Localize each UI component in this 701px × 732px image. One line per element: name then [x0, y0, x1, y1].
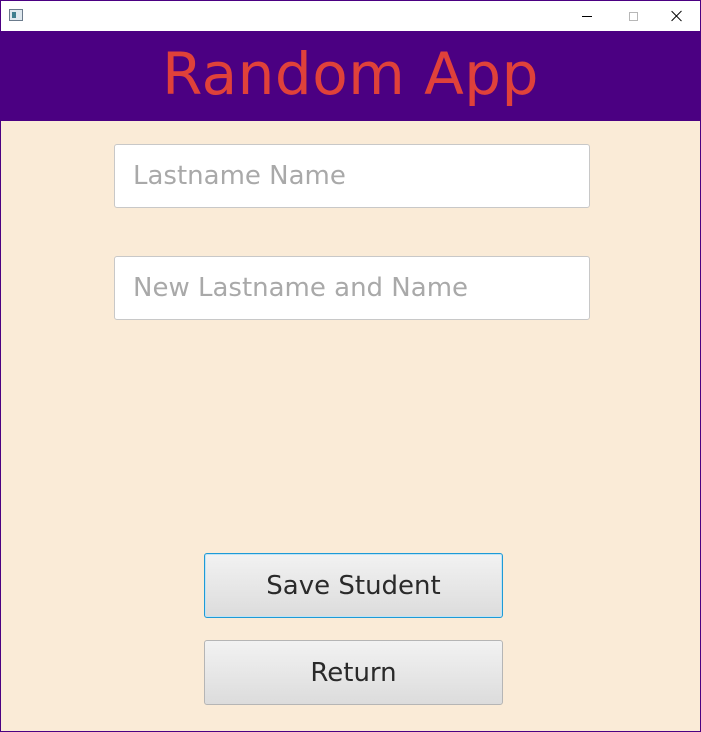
app-window: Random App Save Student Return	[0, 0, 701, 732]
lastname-name-input[interactable]	[114, 144, 590, 208]
title-bar[interactable]	[1, 1, 700, 31]
maximize-button[interactable]	[610, 1, 656, 31]
close-button[interactable]	[654, 1, 700, 31]
new-lastname-name-input[interactable]	[114, 256, 590, 320]
close-icon	[671, 10, 683, 22]
app-title: Random App	[162, 40, 539, 108]
save-student-label: Save Student	[266, 570, 441, 601]
return-label: Return	[310, 657, 397, 688]
app-header: Random App	[1, 31, 700, 121]
save-student-button[interactable]: Save Student	[204, 553, 503, 618]
app-window-icon	[9, 9, 23, 21]
minimize-icon	[582, 15, 592, 17]
maximize-icon	[628, 11, 638, 21]
minimize-button[interactable]	[564, 1, 610, 31]
return-button[interactable]: Return	[204, 640, 503, 705]
